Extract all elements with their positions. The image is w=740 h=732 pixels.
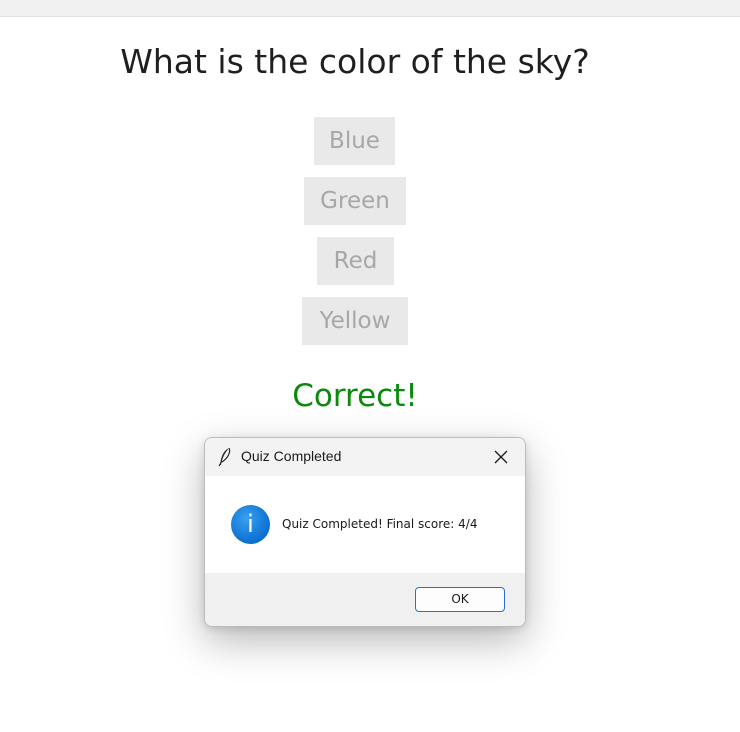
dialog-footer: OK bbox=[205, 573, 525, 626]
option-button-green[interactable]: Green bbox=[304, 177, 406, 225]
dialog-title: Quiz Completed bbox=[241, 448, 342, 464]
option-button-yellow[interactable]: Yellow bbox=[302, 297, 408, 345]
ok-button[interactable]: OK bbox=[415, 587, 505, 612]
info-icon: i bbox=[231, 505, 270, 544]
dialog-title-bar[interactable]: Quiz Completed bbox=[205, 438, 525, 476]
feedback-text: Correct! bbox=[292, 378, 418, 414]
option-button-red[interactable]: Red bbox=[317, 237, 394, 285]
dialog-body: i Quiz Completed! Final score: 4/4 bbox=[205, 476, 525, 573]
question-text: What is the color of the sky? bbox=[120, 42, 590, 81]
window-top-bar bbox=[0, 0, 740, 17]
quiz-completed-dialog: Quiz Completed i Quiz Completed! Final s… bbox=[204, 437, 526, 627]
option-button-blue[interactable]: Blue bbox=[314, 117, 395, 165]
feather-icon bbox=[218, 447, 231, 467]
dialog-message: Quiz Completed! Final score: 4/4 bbox=[282, 517, 478, 531]
close-icon[interactable] bbox=[481, 441, 521, 473]
